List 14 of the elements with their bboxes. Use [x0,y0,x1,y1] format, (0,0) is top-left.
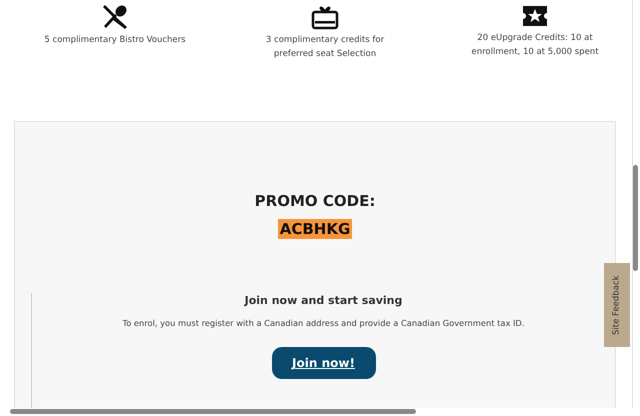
join-heading: Join now and start saving [243,292,404,308]
scrollbar-thumb[interactable] [10,409,416,414]
promo-code: ACBHKG [278,218,352,238]
promo-code-label: PROMO CODE: [254,191,376,212]
gift-card-icon [311,4,339,30]
ticket-star-icon [521,4,549,28]
site-feedback-tab[interactable]: Site Feedback [604,263,630,347]
join-now-button[interactable]: Join now! [272,347,376,380]
join-description: To enrol, you must register with a Canadian address and provide a Canadian Government tax ID. [122,317,526,330]
scrollbar-thumb[interactable] [633,165,638,271]
benefit-text: 20 eUpgrade Credits: 10 at enrollment, 10 at 5,000 spent [470,32,600,59]
benefit-text: 5 complimentary Bistro Vouchers [44,34,186,47]
benefit-text: 3 complimentary credits for preferred seat Selection [264,34,386,61]
cutlery-icon [102,4,128,30]
